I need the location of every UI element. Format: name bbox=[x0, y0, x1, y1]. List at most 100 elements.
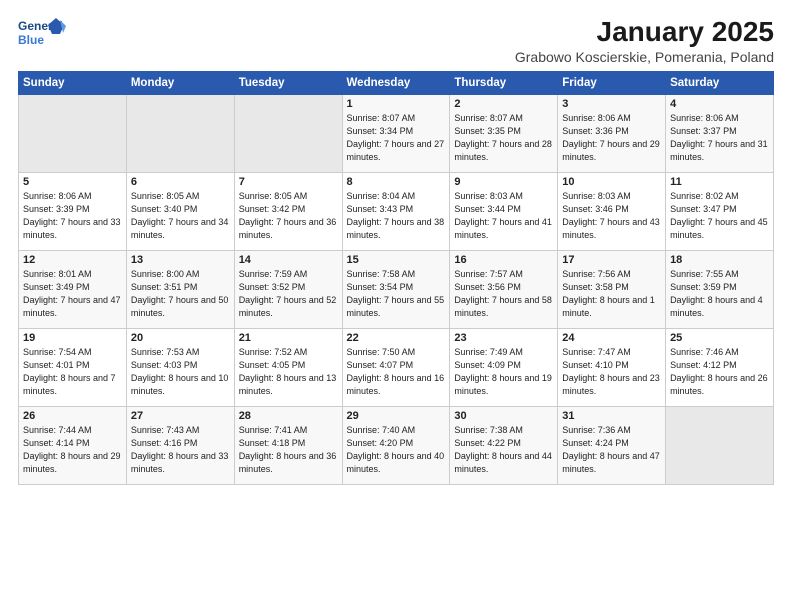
header-cell-friday: Friday bbox=[558, 72, 666, 95]
logo: General Blue bbox=[18, 16, 66, 52]
day-info: Sunrise: 8:06 AM Sunset: 3:37 PM Dayligh… bbox=[670, 112, 769, 164]
day-number: 1 bbox=[347, 98, 446, 110]
day-number: 15 bbox=[347, 254, 446, 266]
day-info: Sunrise: 7:53 AM Sunset: 4:03 PM Dayligh… bbox=[131, 346, 230, 398]
day-cell: 1Sunrise: 8:07 AM Sunset: 3:34 PM Daylig… bbox=[342, 95, 450, 173]
day-cell: 5Sunrise: 8:06 AM Sunset: 3:39 PM Daylig… bbox=[19, 173, 127, 251]
day-number: 31 bbox=[562, 410, 661, 422]
week-row-5: 26 Sunrise: 7:44 AM Sunset: 4:14 PM Dayli… bbox=[19, 407, 774, 485]
week-row-1: 1Sunrise: 8:07 AM Sunset: 3:34 PM Daylig… bbox=[19, 95, 774, 173]
day-info: Sunrise: 7:43 AM Sunset: 4:16 PM Dayligh… bbox=[131, 424, 230, 476]
day-cell: 22Sunrise: 7:50 AM Sunset: 4:07 PM Dayli… bbox=[342, 329, 450, 407]
day-cell: 16 Sunrise: 7:57 AM Sunset: 3:56 PM Dayli… bbox=[450, 251, 558, 329]
day-cell: 26 Sunrise: 7:44 AM Sunset: 4:14 PM Dayli… bbox=[19, 407, 127, 485]
day-cell bbox=[126, 95, 234, 173]
day-info: Sunrise: 7:57 AM Sunset: 3:56 PM Dayligh… bbox=[454, 268, 553, 320]
day-cell: 9 Sunrise: 8:03 AM Sunset: 3:44 PM Daylig… bbox=[450, 173, 558, 251]
day-info: Sunrise: 7:55 AM Sunset: 3:59 PM Dayligh… bbox=[670, 268, 769, 320]
day-cell bbox=[666, 407, 774, 485]
day-info: Sunrise: 7:58 AM Sunset: 3:54 PM Dayligh… bbox=[347, 268, 446, 320]
day-number: 8 bbox=[347, 176, 446, 188]
day-number: 18 bbox=[670, 254, 769, 266]
day-cell: 30Sunrise: 7:38 AM Sunset: 4:22 PM Dayli… bbox=[450, 407, 558, 485]
day-info: Sunrise: 8:02 AM Sunset: 3:47 PM Dayligh… bbox=[670, 190, 769, 242]
day-info: Sunrise: 8:05 AM Sunset: 3:40 PM Dayligh… bbox=[131, 190, 230, 242]
day-number: 12 bbox=[23, 254, 122, 266]
day-number: 30 bbox=[454, 410, 553, 422]
week-row-3: 12 Sunrise: 8:01 AM Sunset: 3:49 PM Dayli… bbox=[19, 251, 774, 329]
day-cell: 28 Sunrise: 7:41 AM Sunset: 4:18 PM Dayli… bbox=[234, 407, 342, 485]
day-info: Sunrise: 7:36 AM Sunset: 4:24 PM Dayligh… bbox=[562, 424, 661, 476]
day-cell: 6 Sunrise: 8:05 AM Sunset: 3:40 PM Daylig… bbox=[126, 173, 234, 251]
day-number: 21 bbox=[239, 332, 338, 344]
day-info: Sunrise: 8:03 AM Sunset: 3:46 PM Dayligh… bbox=[562, 190, 661, 242]
day-number: 26 bbox=[23, 410, 122, 422]
day-info: Sunrise: 8:03 AM Sunset: 3:44 PM Dayligh… bbox=[454, 190, 553, 242]
day-info: Sunrise: 7:46 AM Sunset: 4:12 PM Dayligh… bbox=[670, 346, 769, 398]
day-cell: 12 Sunrise: 8:01 AM Sunset: 3:49 PM Dayli… bbox=[19, 251, 127, 329]
day-info: Sunrise: 7:59 AM Sunset: 3:52 PM Dayligh… bbox=[239, 268, 338, 320]
day-cell: 19Sunrise: 7:54 AM Sunset: 4:01 PM Dayli… bbox=[19, 329, 127, 407]
header-cell-tuesday: Tuesday bbox=[234, 72, 342, 95]
week-row-2: 5Sunrise: 8:06 AM Sunset: 3:39 PM Daylig… bbox=[19, 173, 774, 251]
day-cell bbox=[234, 95, 342, 173]
day-number: 19 bbox=[23, 332, 122, 344]
day-info: Sunrise: 8:04 AM Sunset: 3:43 PM Dayligh… bbox=[347, 190, 446, 242]
header-cell-saturday: Saturday bbox=[666, 72, 774, 95]
header-cell-thursday: Thursday bbox=[450, 72, 558, 95]
day-number: 20 bbox=[131, 332, 230, 344]
day-info: Sunrise: 7:40 AM Sunset: 4:20 PM Dayligh… bbox=[347, 424, 446, 476]
day-cell: 23Sunrise: 7:49 AM Sunset: 4:09 PM Dayli… bbox=[450, 329, 558, 407]
day-cell: 8 Sunrise: 8:04 AM Sunset: 3:43 PM Daylig… bbox=[342, 173, 450, 251]
day-number: 14 bbox=[239, 254, 338, 266]
day-cell: 4 Sunrise: 8:06 AM Sunset: 3:37 PM Daylig… bbox=[666, 95, 774, 173]
calendar-body: 1Sunrise: 8:07 AM Sunset: 3:34 PM Daylig… bbox=[19, 95, 774, 485]
week-row-4: 19Sunrise: 7:54 AM Sunset: 4:01 PM Dayli… bbox=[19, 329, 774, 407]
day-info: Sunrise: 8:07 AM Sunset: 3:35 PM Dayligh… bbox=[454, 112, 553, 164]
day-number: 7 bbox=[239, 176, 338, 188]
day-number: 2 bbox=[454, 98, 553, 110]
day-number: 13 bbox=[131, 254, 230, 266]
day-number: 6 bbox=[131, 176, 230, 188]
day-number: 16 bbox=[454, 254, 553, 266]
day-number: 9 bbox=[454, 176, 553, 188]
day-info: Sunrise: 7:44 AM Sunset: 4:14 PM Dayligh… bbox=[23, 424, 122, 476]
day-number: 17 bbox=[562, 254, 661, 266]
day-info: Sunrise: 7:50 AM Sunset: 4:07 PM Dayligh… bbox=[347, 346, 446, 398]
day-cell: 11 Sunrise: 8:02 AM Sunset: 3:47 PM Dayli… bbox=[666, 173, 774, 251]
day-cell: 3Sunrise: 8:06 AM Sunset: 3:36 PM Daylig… bbox=[558, 95, 666, 173]
day-info: Sunrise: 7:41 AM Sunset: 4:18 PM Dayligh… bbox=[239, 424, 338, 476]
day-cell: 10Sunrise: 8:03 AM Sunset: 3:46 PM Dayli… bbox=[558, 173, 666, 251]
day-cell: 15 Sunrise: 7:58 AM Sunset: 3:54 PM Dayli… bbox=[342, 251, 450, 329]
calendar-subtitle: Grabowo Koscierskie, Pomerania, Poland bbox=[515, 49, 774, 65]
day-cell: 27 Sunrise: 7:43 AM Sunset: 4:16 PM Dayli… bbox=[126, 407, 234, 485]
day-info: Sunrise: 8:01 AM Sunset: 3:49 PM Dayligh… bbox=[23, 268, 122, 320]
day-cell: 29Sunrise: 7:40 AM Sunset: 4:20 PM Dayli… bbox=[342, 407, 450, 485]
day-number: 27 bbox=[131, 410, 230, 422]
day-cell: 14 Sunrise: 7:59 AM Sunset: 3:52 PM Dayli… bbox=[234, 251, 342, 329]
day-cell: 25Sunrise: 7:46 AM Sunset: 4:12 PM Dayli… bbox=[666, 329, 774, 407]
header-cell-monday: Monday bbox=[126, 72, 234, 95]
svg-text:Blue: Blue bbox=[18, 33, 44, 47]
day-number: 23 bbox=[454, 332, 553, 344]
day-info: Sunrise: 8:05 AM Sunset: 3:42 PM Dayligh… bbox=[239, 190, 338, 242]
day-info: Sunrise: 7:47 AM Sunset: 4:10 PM Dayligh… bbox=[562, 346, 661, 398]
day-cell: 13 Sunrise: 8:00 AM Sunset: 3:51 PM Dayli… bbox=[126, 251, 234, 329]
day-info: Sunrise: 7:56 AM Sunset: 3:58 PM Dayligh… bbox=[562, 268, 661, 320]
day-cell: 24 Sunrise: 7:47 AM Sunset: 4:10 PM Dayli… bbox=[558, 329, 666, 407]
calendar-table: SundayMondayTuesdayWednesdayThursdayFrid… bbox=[18, 71, 774, 485]
day-number: 11 bbox=[670, 176, 769, 188]
day-cell: 20 Sunrise: 7:53 AM Sunset: 4:03 PM Dayli… bbox=[126, 329, 234, 407]
day-number: 3 bbox=[562, 98, 661, 110]
logo-svg: General Blue bbox=[18, 16, 66, 52]
header-cell-wednesday: Wednesday bbox=[342, 72, 450, 95]
day-info: Sunrise: 8:00 AM Sunset: 3:51 PM Dayligh… bbox=[131, 268, 230, 320]
day-cell: 21Sunrise: 7:52 AM Sunset: 4:05 PM Dayli… bbox=[234, 329, 342, 407]
day-number: 24 bbox=[562, 332, 661, 344]
day-cell bbox=[19, 95, 127, 173]
page: General Blue January 2025 Grabowo Koscie… bbox=[0, 0, 792, 612]
day-info: Sunrise: 8:06 AM Sunset: 3:39 PM Dayligh… bbox=[23, 190, 122, 242]
day-number: 4 bbox=[670, 98, 769, 110]
header: General Blue January 2025 Grabowo Koscie… bbox=[18, 16, 774, 65]
day-number: 28 bbox=[239, 410, 338, 422]
